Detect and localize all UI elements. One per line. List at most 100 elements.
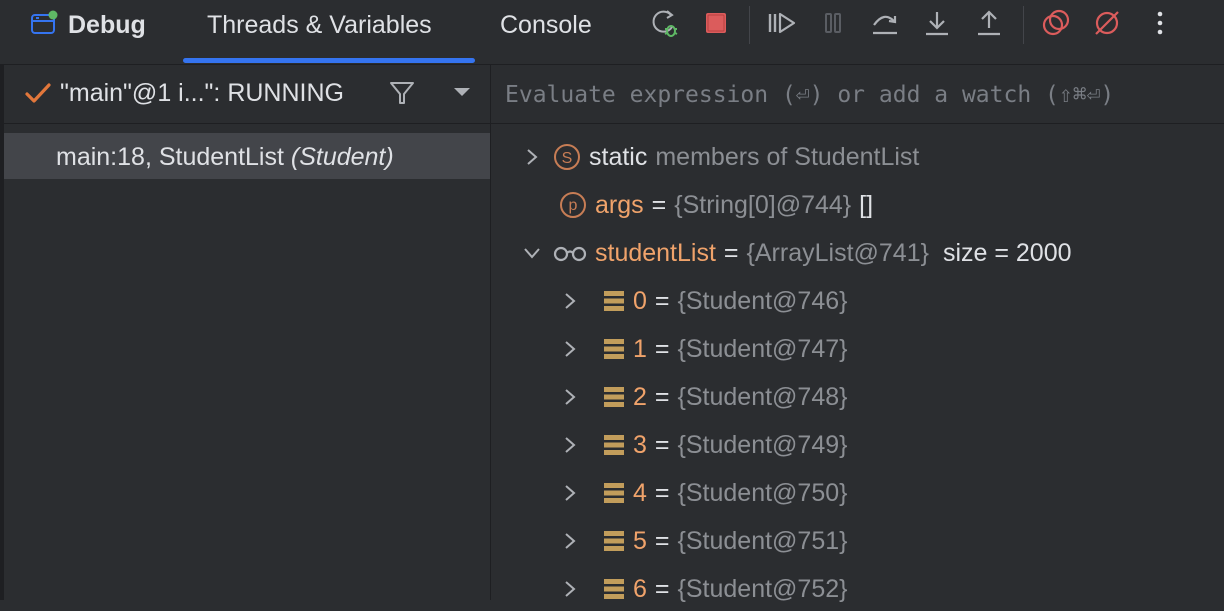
item-value: {Student@751}	[677, 526, 848, 555]
variable-value: {String[0]@744}	[674, 190, 852, 219]
item-value: {Student@749}	[677, 430, 848, 459]
list-item[interactable]: 0 = {Student@746}	[559, 279, 848, 323]
tab-console-label: Console	[500, 10, 592, 39]
frames-panel: "main"@1 i...": RUNNING main:18, Student…	[4, 65, 490, 600]
variable-row-static[interactable]: S static members of StudentList	[521, 135, 919, 179]
watch-glasses-icon	[553, 243, 587, 263]
field-icon	[603, 578, 625, 600]
equals-sign: =	[723, 238, 739, 267]
thread-selector[interactable]: "main"@1 i...": RUNNING	[4, 65, 490, 123]
list-item[interactable]: 1 = {Student@747}	[559, 327, 848, 371]
thread-row-divider	[4, 123, 490, 124]
tab-threads-variables[interactable]: Threads & Variables	[207, 8, 432, 42]
more-vertical-icon	[1155, 9, 1165, 42]
step-over-button[interactable]	[868, 8, 902, 42]
evaluate-expression-input[interactable]	[505, 77, 1215, 113]
equals-sign: =	[654, 478, 670, 507]
rerun-debug-button[interactable]	[647, 8, 681, 42]
more-options-button[interactable]	[1143, 8, 1177, 42]
item-value: {Student@750}	[677, 478, 848, 507]
static-label: static	[589, 142, 648, 171]
field-icon	[603, 290, 625, 312]
chevron-right-icon[interactable]	[559, 482, 581, 504]
stack-frame-row[interactable]: main:18, StudentList (Student)	[4, 133, 490, 179]
item-index: 6	[633, 574, 647, 603]
mute-breakpoints-icon	[1092, 8, 1122, 43]
static-description: members of StudentList	[655, 142, 920, 171]
rerun-debug-icon	[648, 7, 680, 44]
evaluate-divider	[491, 123, 1224, 124]
debug-window-icon	[30, 10, 58, 41]
variable-name: studentList	[595, 238, 716, 267]
chevron-right-icon[interactable]	[559, 530, 581, 552]
step-out-button[interactable]	[972, 8, 1006, 42]
list-item[interactable]: 4 = {Student@750}	[559, 471, 848, 515]
check-icon	[24, 79, 52, 112]
thread-selected-label: "main"@1 i...": RUNNING	[60, 79, 344, 107]
resume-icon	[765, 9, 797, 42]
list-item[interactable]: 6 = {Student@752}	[559, 567, 848, 611]
chevron-right-icon[interactable]	[559, 290, 581, 312]
field-icon	[603, 530, 625, 552]
filter-icon[interactable]	[388, 79, 416, 112]
equals-sign: =	[654, 526, 670, 555]
svg-text:p: p	[569, 197, 578, 214]
variable-name: args	[595, 190, 644, 219]
tab-console[interactable]: Console	[500, 8, 592, 42]
view-breakpoints-button[interactable]	[1039, 8, 1073, 42]
equals-sign: =	[654, 430, 670, 459]
step-out-icon	[975, 9, 1003, 42]
field-icon	[603, 482, 625, 504]
list-item[interactable]: 3 = {Student@749}	[559, 423, 848, 467]
list-item[interactable]: 2 = {Student@748}	[559, 375, 848, 419]
stop-icon	[702, 9, 730, 42]
parameter-badge-icon: p	[559, 191, 587, 219]
item-index: 1	[633, 334, 647, 363]
toolbar-separator	[1023, 6, 1024, 44]
frame-location: main:18, StudentList	[56, 143, 284, 171]
step-over-icon	[870, 9, 900, 42]
item-index: 5	[633, 526, 647, 555]
tab-threads-variables-label: Threads & Variables	[207, 10, 432, 39]
item-value: {Student@746}	[677, 286, 848, 315]
field-icon	[603, 338, 625, 360]
static-badge-icon: S	[553, 143, 581, 171]
item-index: 2	[633, 382, 647, 411]
chevron-right-icon[interactable]	[559, 434, 581, 456]
equals-sign: =	[651, 190, 667, 219]
variables-panel: S static members of StudentList p args =…	[491, 65, 1224, 603]
equals-sign: =	[654, 334, 670, 363]
field-icon	[603, 434, 625, 456]
frame-class: (Student)	[290, 143, 394, 171]
resume-button[interactable]	[764, 8, 798, 42]
step-into-icon	[923, 9, 951, 42]
item-index: 0	[633, 286, 647, 315]
active-tab-indicator	[183, 58, 475, 63]
pause-button[interactable]	[816, 8, 850, 42]
stack-frame-label: main:18, StudentList (Student)	[56, 143, 394, 172]
debug-title-label: Debug	[68, 10, 146, 39]
mute-breakpoints-button[interactable]	[1090, 8, 1124, 42]
chevron-right-icon[interactable]	[559, 386, 581, 408]
equals-sign: =	[654, 382, 670, 411]
item-value: {Student@747}	[677, 334, 848, 363]
chevron-down-icon[interactable]	[452, 85, 472, 104]
stop-button[interactable]	[699, 8, 733, 42]
toolbar-separator	[749, 6, 750, 44]
chevron-right-icon[interactable]	[521, 146, 543, 168]
item-index: 4	[633, 478, 647, 507]
collection-size: size = 2000	[942, 238, 1072, 267]
chevron-down-icon[interactable]	[521, 242, 543, 264]
item-index: 3	[633, 430, 647, 459]
equals-sign: =	[654, 286, 670, 315]
debug-tool-window-title[interactable]: Debug	[30, 8, 146, 42]
variable-row-studentlist[interactable]: studentList = {ArrayList@741} size = 200…	[521, 231, 1072, 275]
chevron-right-icon[interactable]	[559, 338, 581, 360]
step-into-button[interactable]	[920, 8, 954, 42]
variable-extra: []	[859, 190, 874, 219]
chevron-right-icon[interactable]	[559, 578, 581, 600]
equals-sign: =	[654, 574, 670, 603]
list-item[interactable]: 5 = {Student@751}	[559, 519, 848, 563]
variable-row-args[interactable]: p args = {String[0]@744} []	[559, 183, 873, 227]
variable-value: {ArrayList@741}	[746, 238, 929, 267]
